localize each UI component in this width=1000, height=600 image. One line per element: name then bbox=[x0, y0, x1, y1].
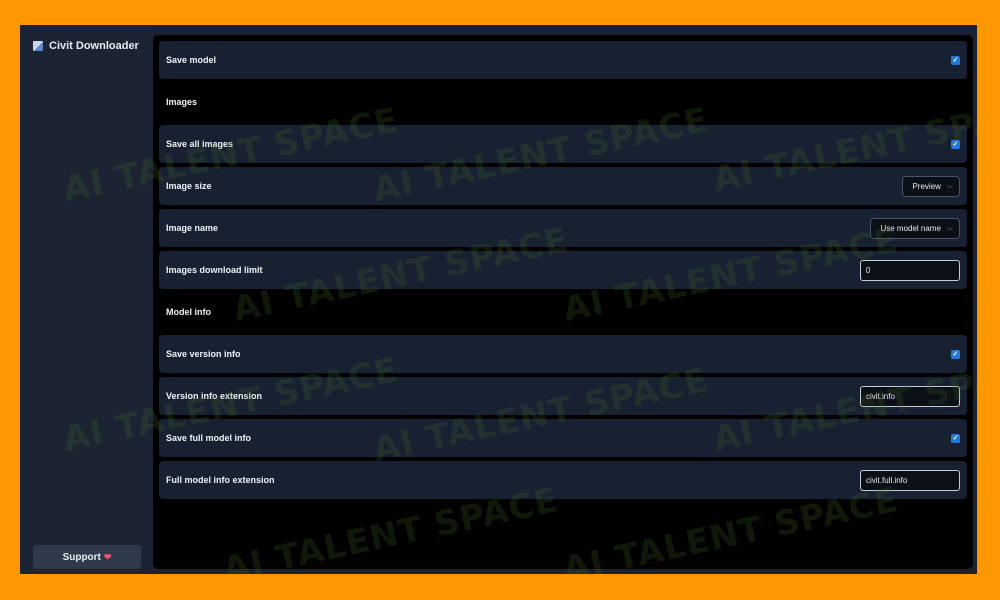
app-window: Civit Downloader Support ❤ Save model ✓ … bbox=[20, 25, 977, 574]
image-name-value: Use model name bbox=[880, 223, 941, 233]
setting-full-model-info-extension: Full model info extension civit.full.inf… bbox=[159, 461, 967, 499]
setting-image-size: Image size Preview ⌵ bbox=[159, 167, 967, 205]
setting-label: Full model info extension bbox=[166, 475, 275, 485]
section-title: Model info bbox=[166, 307, 211, 317]
version-info-extension-input[interactable]: civit.info bbox=[860, 385, 960, 407]
save-full-model-info-checkbox[interactable]: ✓ bbox=[951, 433, 960, 443]
setting-save-full-model-info: Save full model info ✓ bbox=[159, 419, 967, 457]
section-title: Images bbox=[166, 97, 198, 107]
images-download-limit-input[interactable]: 0 bbox=[860, 259, 960, 281]
support-button-label: Support bbox=[62, 551, 101, 563]
app-logo-icon bbox=[33, 41, 43, 51]
setting-label: Images download limit bbox=[166, 265, 263, 275]
setting-label: Image name bbox=[166, 223, 219, 233]
settings-panel: Save model ✓ Images Save all images ✓ Im… bbox=[153, 35, 973, 569]
setting-save-version-info: Save version info ✓ bbox=[159, 335, 967, 373]
app-title-label: Civit Downloader bbox=[49, 40, 139, 52]
image-size-value: Preview bbox=[912, 181, 941, 191]
save-version-info-checkbox[interactable]: ✓ bbox=[951, 349, 960, 359]
image-name-select[interactable]: Use model name ⌵ bbox=[870, 217, 960, 239]
input-value: civit.info bbox=[866, 391, 895, 401]
setting-save-all-images: Save all images ✓ bbox=[159, 125, 967, 163]
setting-label: Save version info bbox=[166, 349, 241, 359]
save-all-images-checkbox[interactable]: ✓ bbox=[951, 139, 960, 149]
setting-images-download-limit: Images download limit 0 bbox=[159, 251, 967, 289]
app-title: Civit Downloader bbox=[33, 40, 139, 52]
sidebar: Civit Downloader Support ❤ bbox=[20, 25, 153, 574]
section-header-images: Images bbox=[159, 83, 967, 121]
setting-label: Save all images bbox=[166, 139, 234, 149]
chevron-down-icon: ⌵ bbox=[946, 181, 953, 190]
setting-label: Version info extension bbox=[166, 391, 263, 401]
setting-label: Save full model info bbox=[166, 433, 252, 443]
setting-label: Save model bbox=[166, 55, 217, 65]
setting-save-model: Save model ✓ bbox=[159, 41, 967, 79]
section-header-model-info: Model info bbox=[159, 293, 967, 331]
support-button[interactable]: Support ❤ bbox=[33, 545, 141, 569]
input-value: 0 bbox=[866, 265, 871, 275]
setting-image-name: Image name Use model name ⌵ bbox=[159, 209, 967, 247]
save-model-checkbox[interactable]: ✓ bbox=[951, 55, 960, 65]
heart-icon: ❤ bbox=[103, 551, 112, 562]
full-model-info-extension-input[interactable]: civit.full.info bbox=[860, 469, 960, 491]
chevron-down-icon: ⌵ bbox=[946, 223, 953, 232]
input-value: civit.full.info bbox=[866, 475, 908, 485]
setting-version-info-extension: Version info extension civit.info bbox=[159, 377, 967, 415]
image-size-select[interactable]: Preview ⌵ bbox=[902, 175, 960, 197]
setting-label: Image size bbox=[166, 181, 212, 191]
